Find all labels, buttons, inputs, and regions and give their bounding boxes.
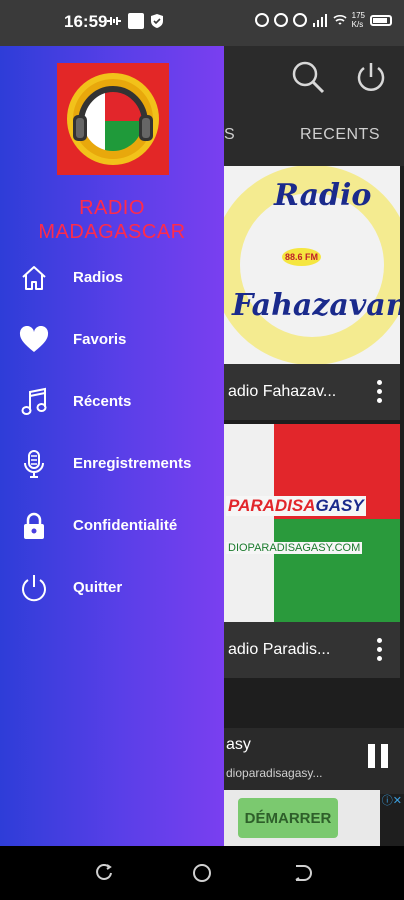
menu-item-label: Enregistrements bbox=[73, 455, 192, 472]
player-title: asy bbox=[226, 736, 251, 753]
menu-item-favoris[interactable]: Favoris bbox=[0, 316, 224, 364]
navigation-drawer: RADIO MADAGASCAR Radios Favoris Récents bbox=[0, 46, 224, 846]
heart-icon bbox=[18, 324, 50, 356]
menu-item-label: Quitter bbox=[73, 579, 123, 596]
ad-choices-icon[interactable]: ⓘ✕ bbox=[382, 792, 402, 808]
menu-item-label: Confidentialité bbox=[73, 517, 178, 534]
ad-banner[interactable]: DÉMARRER ⓘ✕ bbox=[224, 790, 402, 846]
system-nav-bar bbox=[0, 846, 404, 900]
menu-item-label: Favoris bbox=[73, 331, 127, 348]
status-left-icons bbox=[106, 13, 164, 29]
hotspot-icon bbox=[292, 13, 307, 27]
player-subtitle: dioparadisagasy... bbox=[226, 766, 323, 780]
station-name: adio Paradis... bbox=[228, 641, 331, 658]
tab-recents[interactable]: RECENTS bbox=[300, 126, 380, 144]
logo-url: DIOPARADISAGASY.COM bbox=[226, 542, 363, 554]
wifi-icon bbox=[333, 14, 347, 25]
more-options-icon[interactable] bbox=[377, 638, 382, 661]
shield-check-icon bbox=[151, 14, 163, 28]
status-bar: 16:59 175 K/s bbox=[0, 0, 404, 46]
cell-signal-icon bbox=[312, 14, 327, 27]
logo-text-top: Radio bbox=[274, 178, 372, 213]
battery-icon bbox=[370, 14, 392, 26]
menu-item-recents[interactable]: Récents bbox=[0, 378, 224, 426]
app-title: RADIO MADAGASCAR bbox=[38, 197, 186, 243]
more-options-icon[interactable] bbox=[377, 380, 382, 403]
menu-item-enregistrements[interactable]: Enregistrements bbox=[0, 440, 224, 488]
menu-item-radios[interactable]: Radios bbox=[0, 254, 224, 302]
station-card[interactable]: PARADISAGASY DIOPARADISAGASY.COM adio Pa… bbox=[224, 424, 400, 678]
microphone-icon bbox=[18, 448, 50, 480]
tab-radios[interactable]: S bbox=[224, 126, 235, 144]
power-toolbar-icon[interactable] bbox=[354, 60, 388, 94]
home-icon bbox=[18, 262, 50, 294]
signal-alert-icon bbox=[107, 17, 121, 25]
recent-apps-icon[interactable] bbox=[94, 863, 114, 883]
power-icon bbox=[18, 572, 50, 604]
mini-player[interactable]: asy dioparadisagasy... bbox=[224, 728, 404, 794]
menu-item-label: Récents bbox=[73, 393, 132, 410]
menu-item-quitter[interactable]: Quitter bbox=[0, 564, 224, 612]
status-time: 16:59 bbox=[64, 12, 108, 31]
logo-freq: 88.6 FM bbox=[282, 248, 322, 266]
station-logo: PARADISAGASY DIOPARADISAGASY.COM bbox=[224, 424, 400, 622]
logo-text-bottom: Fahazavana bbox=[232, 288, 400, 323]
back-nav-icon[interactable] bbox=[292, 863, 312, 883]
alarm-icon bbox=[273, 13, 288, 27]
logo-text-top: PARADISAGASY bbox=[226, 496, 366, 516]
dnd-icon bbox=[254, 13, 269, 27]
menu-item-confidentialite[interactable]: Confidentialité bbox=[0, 502, 224, 550]
app-logo bbox=[57, 63, 169, 175]
status-right-icons: 175 K/s bbox=[254, 11, 392, 29]
station-name: adio Fahazav... bbox=[228, 383, 337, 400]
screen: 16:59 175 K/s S RECENTS Radio 88.6 FM Fa… bbox=[0, 0, 404, 900]
lock-icon bbox=[18, 510, 50, 542]
station-logo: Radio 88.6 FM Fahazavana bbox=[224, 166, 400, 364]
station-card[interactable]: Radio 88.6 FM Fahazavana adio Fahazav... bbox=[224, 166, 400, 420]
home-nav-icon[interactable] bbox=[192, 863, 212, 883]
station-caption: adio Fahazav... bbox=[224, 364, 400, 420]
menu-item-label: Radios bbox=[73, 269, 124, 286]
paradisagasy-logo bbox=[224, 424, 400, 622]
search-icon[interactable] bbox=[291, 60, 325, 94]
radio-headphones-logo bbox=[67, 73, 159, 165]
net-speed: 175 K/s bbox=[351, 11, 365, 29]
station-caption: adio Paradis... bbox=[224, 622, 400, 678]
ad-start-button[interactable]: DÉMARRER bbox=[238, 798, 338, 838]
music-note-icon bbox=[18, 386, 50, 418]
pause-icon[interactable] bbox=[368, 744, 388, 768]
notification-square-icon bbox=[128, 13, 144, 29]
